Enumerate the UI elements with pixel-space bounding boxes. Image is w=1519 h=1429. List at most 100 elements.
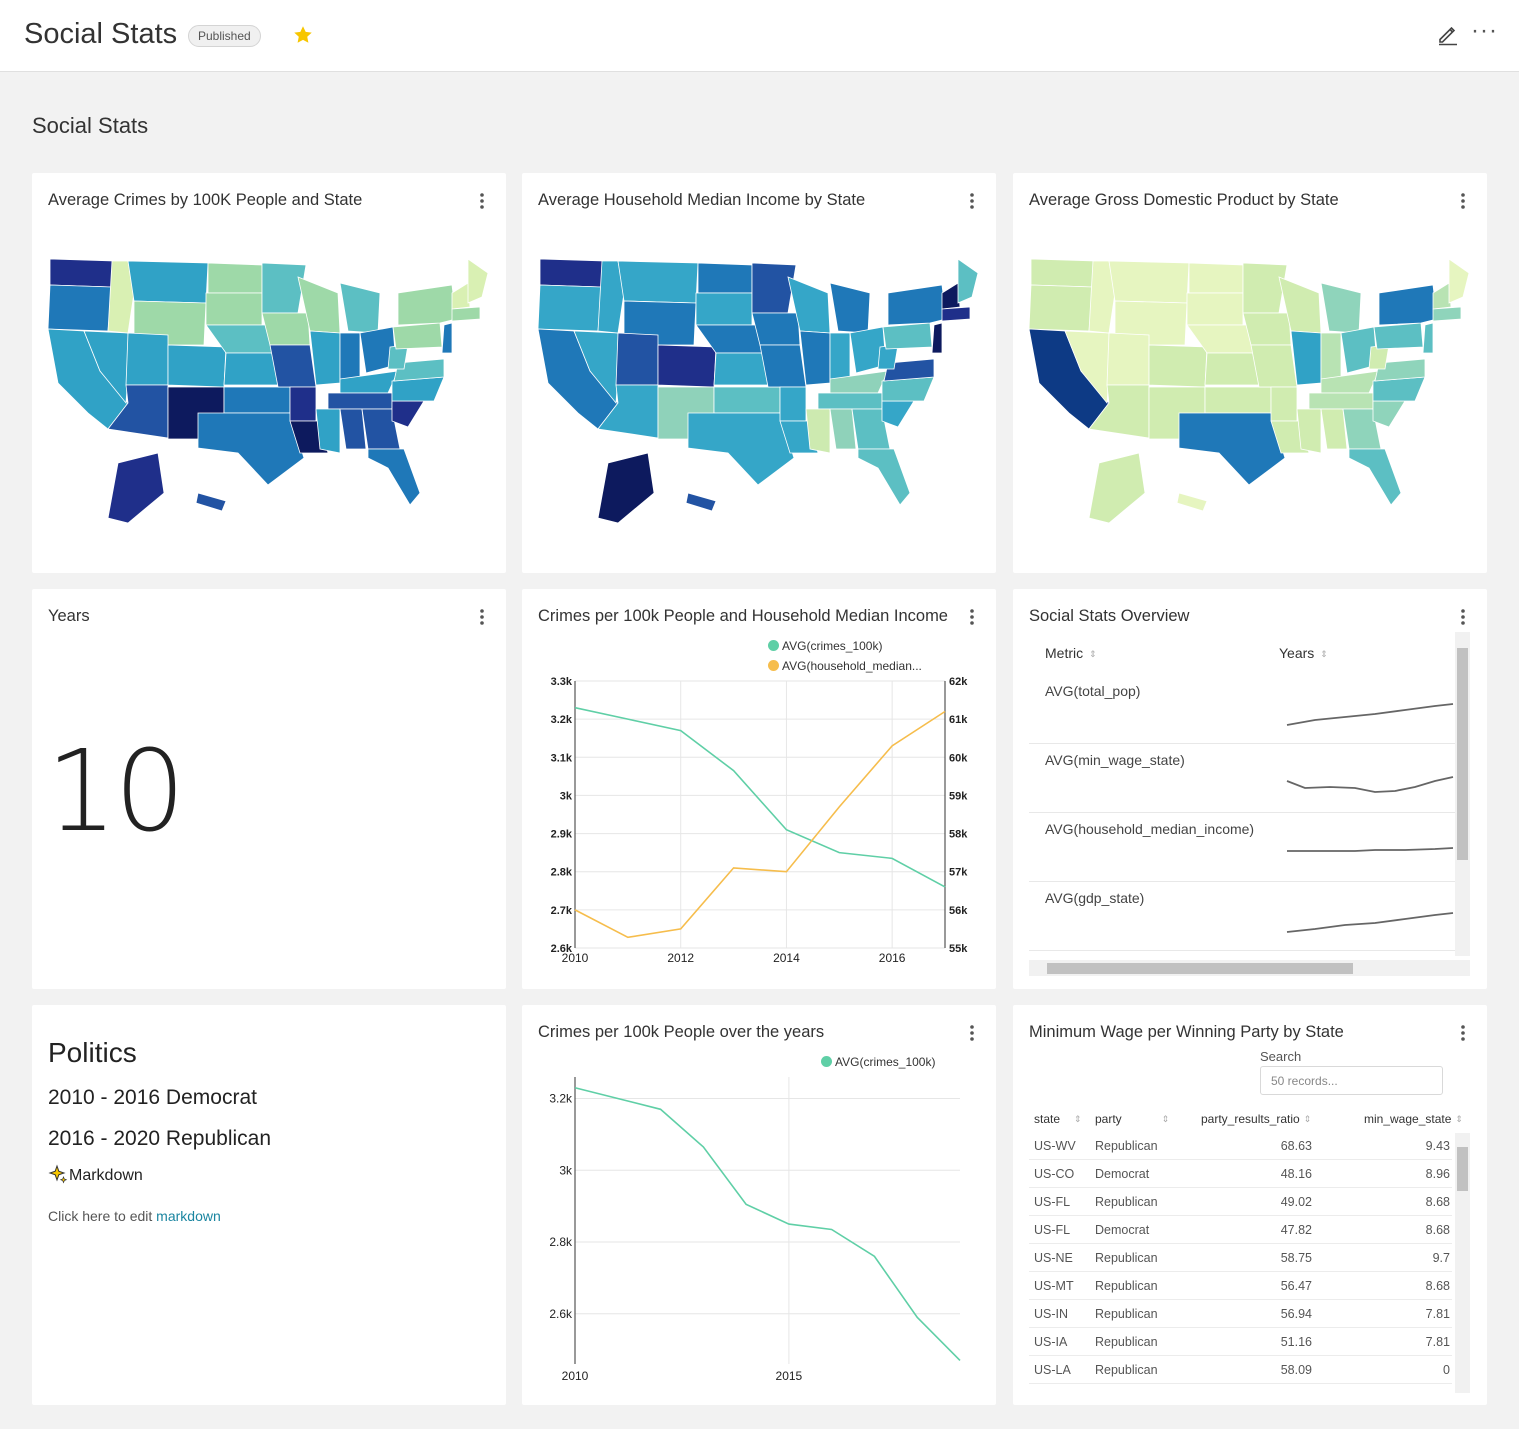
table-row[interactable]: US-LA Republican 58.09 0 xyxy=(1029,1356,1452,1384)
map-state-region[interactable] xyxy=(269,344,317,388)
column-header-party[interactable]: party ⇕ xyxy=(1095,1112,1169,1126)
map-state-region[interactable] xyxy=(261,262,307,314)
vertical-scrollbar[interactable] xyxy=(1455,632,1470,956)
map-state-region[interactable] xyxy=(829,282,871,334)
scrollbar-thumb[interactable] xyxy=(1457,1147,1468,1191)
map-state-region[interactable] xyxy=(829,408,857,450)
map-state-region[interactable] xyxy=(657,344,717,388)
table-row[interactable]: US-IA Republican 51.16 7.81 xyxy=(1029,1328,1452,1356)
map-state-region[interactable] xyxy=(597,452,655,524)
map-state-region[interactable] xyxy=(289,386,317,422)
map-state-region[interactable] xyxy=(1373,322,1424,350)
map-state-region[interactable] xyxy=(1242,262,1288,314)
map-state-region[interactable] xyxy=(617,260,699,304)
map-state-region[interactable] xyxy=(1178,412,1286,486)
map-state-region[interactable] xyxy=(339,282,381,334)
map-state-region[interactable] xyxy=(1348,448,1402,506)
map-state-region[interactable] xyxy=(451,306,481,322)
map-state-region[interactable] xyxy=(857,448,911,506)
sort-icon[interactable]: ⇕ xyxy=(1320,649,1328,660)
map-state-region[interactable] xyxy=(615,332,659,386)
search-input[interactable] xyxy=(1260,1066,1443,1095)
sort-icon[interactable]: ⇕ xyxy=(1304,1114,1312,1125)
table-row[interactable]: US-MT Republican 56.47 8.68 xyxy=(1029,1272,1452,1300)
scrollbar-thumb[interactable] xyxy=(1047,963,1353,974)
table-row[interactable]: US-FL Republican 49.02 8.68 xyxy=(1029,1188,1452,1216)
table-row[interactable]: US-IN Republican 56.94 7.81 xyxy=(1029,1300,1452,1328)
kebab-icon[interactable] xyxy=(1453,191,1473,211)
edit-icon[interactable] xyxy=(1436,22,1460,46)
series-line[interactable] xyxy=(574,1086,961,1361)
map-state-region[interactable] xyxy=(887,284,947,326)
column-header-min-wage-state[interactable]: min_wage_state ⇕ xyxy=(1364,1112,1463,1126)
map-state-region[interactable] xyxy=(467,258,489,304)
vertical-scrollbar[interactable] xyxy=(1455,1133,1470,1393)
map-state-region[interactable] xyxy=(941,282,961,310)
map-state-region[interactable] xyxy=(125,332,169,386)
map-state-region[interactable] xyxy=(107,452,165,524)
map-state-region[interactable] xyxy=(713,386,781,414)
map-state-region[interactable] xyxy=(1372,400,1406,428)
map-state-region[interactable] xyxy=(941,306,971,322)
kebab-icon[interactable] xyxy=(962,191,982,211)
map-state-region[interactable] xyxy=(695,292,753,326)
map-state-region[interactable] xyxy=(1204,386,1272,414)
map-state-region[interactable] xyxy=(127,260,209,304)
map-state-region[interactable] xyxy=(751,262,797,314)
column-header-state[interactable]: state ⇕ xyxy=(1034,1112,1082,1126)
kebab-icon[interactable] xyxy=(472,607,492,627)
map-state-region[interactable] xyxy=(759,344,807,388)
map-state-region[interactable] xyxy=(391,400,425,428)
map-state-region[interactable] xyxy=(881,400,915,428)
table-row[interactable]: US-NE Republican 58.75 9.7 xyxy=(1029,1244,1452,1272)
map-state-region[interactable] xyxy=(829,332,851,380)
map-state-region[interactable] xyxy=(367,448,421,506)
table-row[interactable]: US-WV Republican 68.63 9.43 xyxy=(1029,1132,1452,1160)
map-state-region[interactable] xyxy=(207,262,263,294)
map-state-region[interactable] xyxy=(1378,284,1438,326)
map-state-region[interactable] xyxy=(48,284,113,332)
map-state-region[interactable] xyxy=(315,408,341,454)
map-state-region[interactable] xyxy=(195,492,227,512)
map-state-region[interactable] xyxy=(539,258,605,288)
map-state-region[interactable] xyxy=(1448,258,1470,304)
map-state-region[interactable] xyxy=(805,408,831,454)
map-state-region[interactable] xyxy=(685,492,717,512)
map-state-region[interactable] xyxy=(1108,260,1190,304)
sort-icon[interactable]: ⇕ xyxy=(1074,1114,1082,1125)
map-state-region[interactable] xyxy=(1432,306,1462,322)
map-state-region[interactable] xyxy=(1308,392,1374,410)
map-state-region[interactable] xyxy=(1422,322,1434,354)
map-state-region[interactable] xyxy=(1242,312,1292,346)
map-state-region[interactable] xyxy=(931,322,943,354)
scrollbar-thumb[interactable] xyxy=(1457,648,1468,860)
sort-icon[interactable]: ⇕ xyxy=(1089,649,1097,660)
column-header-party-results-ratio[interactable]: party_results_ratio ⇕ xyxy=(1201,1112,1311,1126)
map-state-region[interactable] xyxy=(339,408,367,450)
star-icon[interactable] xyxy=(292,24,314,46)
sort-icon[interactable]: ⇕ xyxy=(1455,1114,1463,1125)
map-state-region[interactable] xyxy=(1270,386,1298,422)
map-state-region[interactable] xyxy=(1320,282,1362,334)
map-state-region[interactable] xyxy=(1188,262,1244,294)
map-state-region[interactable] xyxy=(957,258,979,304)
map-state-region[interactable] xyxy=(1030,258,1096,288)
map-state-region[interactable] xyxy=(779,386,807,422)
map-state-region[interactable] xyxy=(223,386,291,414)
map-state-region[interactable] xyxy=(49,258,115,288)
map-state-region[interactable] xyxy=(339,332,361,380)
map-state-region[interactable] xyxy=(697,262,753,294)
map-state-region[interactable] xyxy=(392,322,443,350)
kebab-icon[interactable] xyxy=(1453,607,1473,627)
map-state-region[interactable] xyxy=(713,352,769,386)
map-state-region[interactable] xyxy=(687,412,795,486)
map-state-region[interactable] xyxy=(397,284,457,326)
map-state-region[interactable] xyxy=(1106,332,1150,386)
map-state-region[interactable] xyxy=(1204,352,1260,386)
markdown-link[interactable]: markdown xyxy=(156,1208,221,1224)
map-state-region[interactable] xyxy=(223,352,279,386)
map-state-region[interactable] xyxy=(261,312,311,346)
map-state-region[interactable] xyxy=(1148,344,1208,388)
kebab-icon[interactable] xyxy=(1453,1023,1473,1043)
table-row[interactable]: US-CO Democrat 48.16 8.96 xyxy=(1029,1160,1452,1188)
